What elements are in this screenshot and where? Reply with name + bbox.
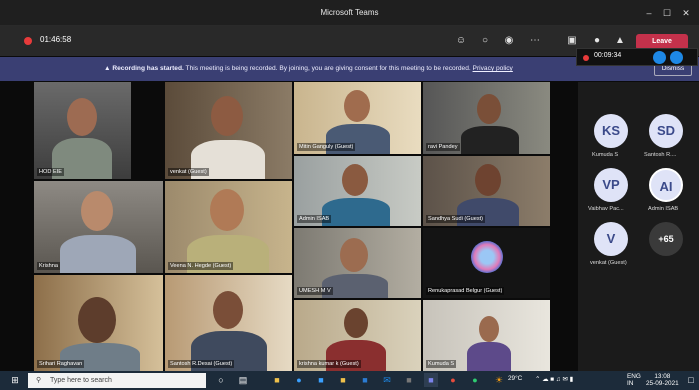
avatar-name: venkat (Guest) <box>590 260 627 266</box>
participant-name: Santosh R.Desai (Guest) <box>168 360 235 368</box>
clock[interactable]: 13:08 25-09-2021 <box>646 373 679 387</box>
video-tile[interactable]: Santosh R.Desai (Guest) <box>165 275 292 371</box>
app-icon[interactable]: ■ <box>402 373 416 387</box>
avatar[interactable]: V <box>594 222 628 256</box>
notification-icon[interactable]: □ <box>684 373 698 387</box>
video-tile[interactable]: HOD EIE <box>34 82 131 179</box>
avatar[interactable]: AI <box>649 168 683 202</box>
video-tile[interactable]: Mitin Ganguly (Guest) <box>294 82 421 154</box>
recording-elapsed: 00:09:34 <box>594 52 622 59</box>
reactions-icon[interactable]: ◉ <box>502 35 516 47</box>
weather-icon: ☀ <box>494 375 504 385</box>
video-tile[interactable]: UMESH M V <box>294 228 421 298</box>
video-tile[interactable]: Veena N. Hegde (Guest) <box>165 181 292 273</box>
warning-icon: ▲ <box>104 65 111 72</box>
clock-time: 13:08 <box>654 373 671 380</box>
recording-popup: 00:09:34 <box>576 48 698 66</box>
more-participants-button[interactable]: +65 <box>649 222 683 256</box>
avatar[interactable]: SD <box>649 114 683 148</box>
participant-name: ravi Pandey <box>426 143 460 151</box>
folder-icon[interactable]: ■ <box>336 373 350 387</box>
title-bar: Microsoft Teams – ☐ ✕ <box>0 0 699 26</box>
video-tile[interactable]: Krishna <box>34 181 163 273</box>
file-explorer-icon[interactable]: ■ <box>270 373 284 387</box>
cortana-icon[interactable]: ○ <box>214 373 228 387</box>
video-tile[interactable]: krishna kumar k (Guest) <box>294 300 421 371</box>
taskbar-search[interactable]: ⚲ Type here to search <box>28 373 206 388</box>
mic-status-icon[interactable] <box>670 51 683 64</box>
participants-icon[interactable]: ☺ <box>454 35 468 47</box>
participant-name: Sandhya Sudi (Guest) <box>426 215 486 223</box>
avatar-name: Kumuda S <box>592 152 619 158</box>
recording-indicator-icon <box>24 37 32 45</box>
task-view-icon[interactable]: ▤ <box>236 373 250 387</box>
meeting-timer: 01:46:58 <box>40 35 72 44</box>
video-tile[interactable]: Srihari Raghavan <box>34 275 163 371</box>
close-button[interactable]: ✕ <box>675 0 697 26</box>
teams-icon[interactable]: ■ <box>424 373 438 387</box>
avatar[interactable]: VP <box>594 168 628 202</box>
video-tile[interactable]: Kumuda S <box>423 300 550 371</box>
leave-label: Leave <box>652 38 672 45</box>
avatar-name: Vaibhav Pac... <box>588 206 624 212</box>
participant-name: venkat (Guest) <box>168 168 209 176</box>
banner-bold: Recording has started. <box>112 65 184 72</box>
speaking-avatar-icon <box>471 241 503 273</box>
microphone-icon[interactable]: ● <box>590 35 604 47</box>
recording-dot-icon <box>583 55 589 61</box>
video-tile[interactable]: Admin ISAB <box>294 156 421 226</box>
lang: ENG <box>627 373 641 380</box>
search-icon: ⚲ <box>36 377 42 384</box>
store-icon[interactable]: ■ <box>314 373 328 387</box>
participant-name: Mitin Ganguly (Guest) <box>297 143 356 151</box>
avatar-name: Santosh R.... <box>644 152 677 158</box>
clock-date: 25-09-2021 <box>646 380 679 387</box>
video-tile[interactable]: venkat (Guest) <box>165 82 292 179</box>
participant-name: Admin ISAB <box>297 215 332 223</box>
chrome-icon[interactable]: ● <box>446 373 460 387</box>
share-screen-icon[interactable]: ▲ <box>613 35 627 47</box>
word-icon[interactable]: ■ <box>358 373 372 387</box>
privacy-policy-link[interactable]: Privacy policy <box>473 65 513 72</box>
video-tile[interactable]: ravi Pandey <box>423 82 550 154</box>
weather-temp[interactable]: 29°C <box>508 375 522 382</box>
stop-recording-icon[interactable] <box>653 51 666 64</box>
camera-icon[interactable]: ▣ <box>565 35 579 47</box>
system-tray-icons[interactable]: ⌃ ☁ ■ ♫ ✉ ▮ <box>535 375 573 383</box>
avatar[interactable]: KS <box>594 114 628 148</box>
windows-start-icon[interactable]: ⊞ <box>8 373 22 387</box>
participant-name: Krishna <box>37 262 60 270</box>
window-title: Microsoft Teams <box>320 8 379 17</box>
banner-text: This meeting is being recorded. By joini… <box>185 65 471 72</box>
more-actions-icon[interactable]: ⋯ <box>528 35 542 47</box>
search-placeholder: Type here to search <box>50 377 112 384</box>
video-tile[interactable]: Renukaprasad Belgur (Guest) <box>423 228 550 298</box>
banner-message: ▲ Recording has started. This meeting is… <box>104 65 513 72</box>
edge-icon[interactable]: ● <box>292 373 306 387</box>
participant-name: krishna kumar k (Guest) <box>297 360 361 368</box>
whatsapp-icon[interactable]: ● <box>468 373 482 387</box>
chat-icon[interactable]: ○ <box>478 35 492 47</box>
participant-roster: KS Kumuda S SD Santosh R.... VP Vaibhav … <box>578 82 699 371</box>
mail-icon[interactable]: ✉ <box>380 373 394 387</box>
participant-name: HOD EIE <box>37 168 65 176</box>
region: IN <box>627 380 634 387</box>
avatar-name: Admin ISAB <box>648 206 679 212</box>
participant-name: Renukaprasad Belgur (Guest) <box>426 287 505 295</box>
participant-name: UMESH M V <box>297 287 333 295</box>
participant-name: Srihari Raghavan <box>37 360 85 368</box>
participant-name: Veena N. Hegde (Guest) <box>168 262 234 270</box>
language-indicator[interactable]: ENG IN <box>627 373 641 387</box>
participant-name: Kumuda S <box>426 360 457 368</box>
video-tile[interactable]: Sandhya Sudi (Guest) <box>423 156 550 226</box>
